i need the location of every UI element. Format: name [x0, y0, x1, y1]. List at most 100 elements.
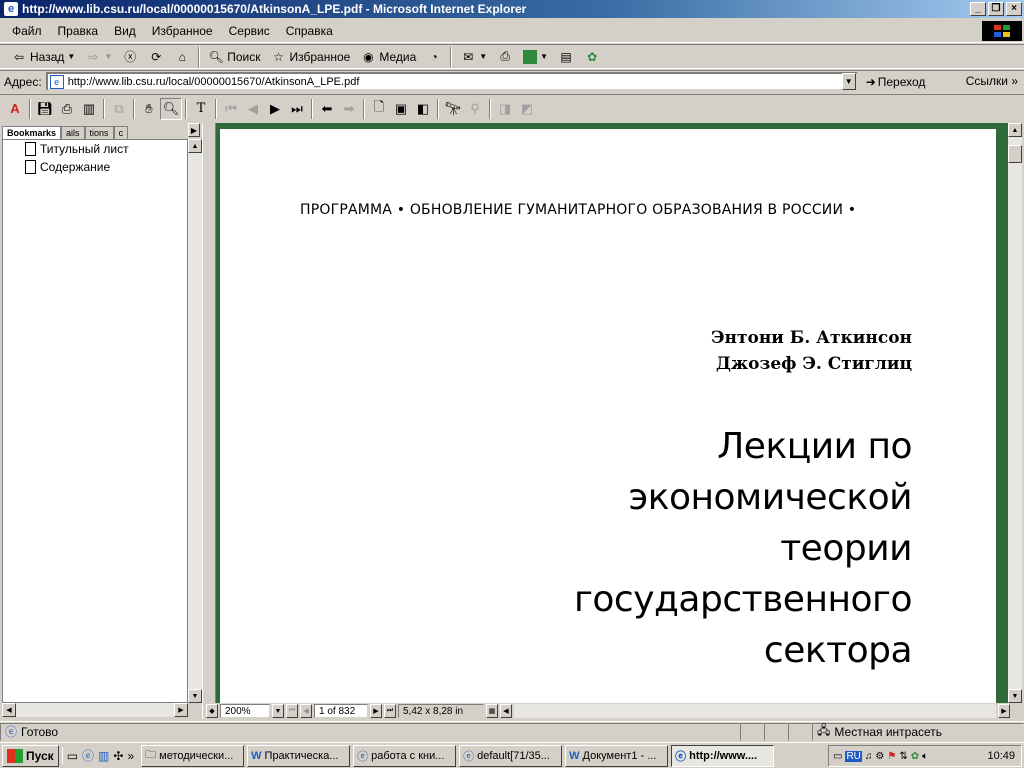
tab-signatures[interactable]: c [113, 126, 129, 139]
last-page-button[interactable]: ⏭ [384, 704, 396, 718]
close-button[interactable]: × [1006, 2, 1022, 16]
antivirus-icon[interactable]: ⚑ [887, 751, 896, 762]
bookmark-hscrollbar[interactable]: ◀ ▶ [2, 703, 188, 717]
display-icon[interactable]: ▭ [833, 751, 842, 762]
page-layout-button[interactable]: ▦ [486, 704, 498, 718]
save-icon[interactable]: 💾︎ [34, 98, 56, 120]
menu-tools[interactable]: Сервис [221, 24, 278, 38]
messenger-button[interactable]: ✿ [579, 46, 605, 68]
zoom-field[interactable]: 200% [220, 704, 270, 718]
menu-help[interactable]: Справка [278, 24, 341, 38]
media-button[interactable]: ◉ Медиа [355, 46, 421, 68]
network-icon[interactable]: ⇅ [899, 751, 907, 762]
sound-icon[interactable]: ♫ [865, 751, 873, 762]
page-number-field[interactable]: 1 of 832 [314, 704, 368, 718]
scroll-right-button[interactable]: ▶ [174, 703, 188, 717]
zoom-dropdown-button[interactable]: ▼ [272, 704, 284, 718]
acrobat-logo-icon[interactable]: A [4, 98, 26, 120]
tab-thumbnails[interactable]: ails [61, 126, 85, 139]
fit-page-icon[interactable]: ▣ [390, 98, 412, 120]
address-input[interactable]: e http://www.lib.csu.ru/local/0000001567… [45, 72, 858, 91]
next-page-button[interactable]: ▶ [370, 704, 382, 718]
address-dropdown-button[interactable]: ▼ [841, 73, 856, 90]
scroll-thumb[interactable] [1008, 145, 1022, 163]
document-vscrollbar[interactable]: ▲ ▼ [1008, 123, 1022, 703]
next-page-icon[interactable]: ▶ [264, 98, 286, 120]
volume-icon[interactable]: 🔈︎ [922, 751, 928, 762]
outlook-icon[interactable]: ▥ [98, 749, 109, 763]
mail-button[interactable]: ✉ ▼ [455, 46, 492, 68]
first-page-icon[interactable]: ⏮ [220, 98, 242, 120]
previous-page-icon[interactable]: ◀ [242, 98, 264, 120]
links-button[interactable]: Ссылки » [966, 74, 1018, 88]
start-button[interactable]: Пуск [2, 744, 59, 767]
taskbar-item[interactable]: 🗀︎ методически... [141, 744, 245, 767]
bookmark-item[interactable]: Содержание [3, 158, 187, 176]
scroll-up-button[interactable]: ▲ [188, 139, 202, 153]
scroll-left-button[interactable]: ◀ [500, 704, 512, 718]
tab-bookmarks[interactable]: Bookmarks [2, 126, 62, 139]
bookmark-item[interactable]: Титульный лист [3, 140, 187, 158]
fit-width-icon[interactable]: ◧ [412, 98, 434, 120]
navpane-menu-arrow-icon[interactable]: ▶ [188, 123, 200, 137]
edit-button[interactable]: ▼ [518, 46, 553, 68]
dropdown-arrow-icon[interactable]: ▼ [104, 52, 112, 61]
rotate-right-icon[interactable]: ◩ [516, 98, 538, 120]
security-zone[interactable]: 🖧︎ Местная интрасеть [812, 722, 1024, 741]
find-icon[interactable]: 🔭︎ [442, 98, 464, 120]
search-icon[interactable]: ⚲ [464, 98, 486, 120]
scroll-down-button[interactable]: ▼ [1008, 689, 1022, 703]
go-back-icon[interactable]: ⬅ [316, 98, 338, 120]
zoom-tool-icon[interactable]: 🔍︎ [160, 97, 182, 120]
scroll-up-button[interactable]: ▲ [1008, 123, 1022, 137]
go-button[interactable]: ➜ Переход [866, 75, 926, 89]
forward-button[interactable]: ⇨ ▼ [80, 46, 117, 68]
print-button[interactable]: ⎙ [492, 46, 518, 68]
window-titlebar[interactable]: e http://www.lib.csu.ru/local/0000001567… [0, 0, 1024, 18]
bookmark-vscrollbar[interactable]: ▲ ▼ [188, 139, 202, 703]
menu-edit[interactable]: Правка [50, 24, 107, 38]
tray-app-icon[interactable]: ⚙ [875, 751, 884, 762]
pane-splitter[interactable] [202, 123, 216, 719]
taskbar-item[interactable]: ⓔ default[71/35... [459, 744, 563, 767]
taskbar-item-active[interactable]: ⓔ http://www.... [671, 744, 775, 767]
clock[interactable]: 10:49 [987, 750, 1021, 762]
favorites-button[interactable]: ☆ Избранное [266, 46, 356, 68]
taskbar-item[interactable]: W Практическа... [247, 744, 351, 767]
hand-tool-icon[interactable]: ✋︎ [138, 98, 160, 120]
taskbar-item[interactable]: ⓔ работа с кни... [353, 744, 457, 767]
dropdown-arrow-icon[interactable]: ▼ [67, 52, 75, 61]
go-forward-icon[interactable]: ➡ [338, 98, 360, 120]
first-page-button[interactable]: ⏮ [286, 704, 298, 718]
home-button[interactable]: ⌂ [169, 46, 195, 68]
menu-favorites[interactable]: Избранное [144, 24, 221, 38]
print-icon[interactable]: ⎙ [56, 98, 78, 120]
dropdown-arrow-icon[interactable]: ▼ [479, 52, 487, 61]
show-navpane-icon[interactable]: ▥ [78, 98, 100, 120]
ie-quicklaunch-icon[interactable]: ⓔ [82, 747, 94, 764]
last-page-icon[interactable]: ⏭ [286, 98, 308, 120]
stop-button[interactable]: ⓧ [117, 46, 143, 68]
show-desktop-icon[interactable]: ▭ [67, 749, 78, 763]
menu-view[interactable]: Вид [106, 24, 144, 38]
scroll-down-button[interactable]: ▼ [188, 689, 202, 703]
copy-icon[interactable]: ⧉ [108, 98, 130, 120]
scroll-right-button[interactable]: ▶ [998, 704, 1010, 718]
actual-size-icon[interactable]: 🗋︎ [368, 98, 390, 120]
language-indicator[interactable]: RU [845, 750, 862, 762]
previous-page-button[interactable]: ◀ [300, 704, 312, 718]
text-select-icon[interactable]: T [190, 98, 212, 120]
tab-annotations[interactable]: tions [84, 126, 114, 139]
history-button[interactable]: ◔ [421, 46, 447, 68]
split-handle-icon[interactable]: ◆ [206, 704, 218, 718]
rotate-left-icon[interactable]: ◨ [494, 98, 516, 120]
menu-file[interactable]: Файл [4, 24, 50, 38]
minimize-button[interactable]: _ [970, 2, 986, 16]
scroll-left-button[interactable]: ◀ [2, 703, 16, 717]
hscroll-track[interactable] [514, 704, 996, 718]
refresh-button[interactable]: ⟳ [143, 46, 169, 68]
dropdown-arrow-icon[interactable]: ▼ [540, 52, 548, 61]
back-button[interactable]: ⇦ Назад ▼ [6, 46, 80, 68]
discuss-button[interactable]: ▤ [553, 46, 579, 68]
restore-button[interactable]: ❐ [988, 2, 1004, 16]
